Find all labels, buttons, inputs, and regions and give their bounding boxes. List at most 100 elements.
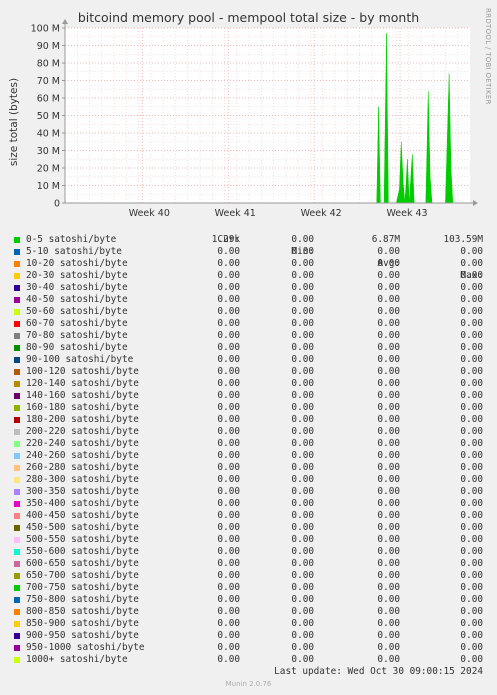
legend-swatch [14, 297, 20, 303]
legend-cur: 0.00 [217, 546, 240, 557]
legend-row: 950-1000 satoshi/byte 0.00 0.00 0.00 0.00 [0, 642, 497, 654]
legend-min: 0.00 [291, 270, 314, 281]
legend-max: 0.00 [460, 246, 483, 257]
munin-version: Munin 2.0.76 [225, 680, 272, 688]
legend-min: 0.00 [291, 426, 314, 437]
legend-avg: 0.00 [377, 546, 400, 557]
legend-name: 600-650 satoshi/byte [26, 558, 139, 569]
legend-max: 0.00 [460, 438, 483, 449]
legend-max: 0.00 [460, 390, 483, 401]
legend-min: 0.00 [291, 510, 314, 521]
legend-name: 90-100 satoshi/byte [26, 354, 134, 365]
legend-min: 0.00 [291, 546, 314, 557]
legend-swatch [14, 513, 20, 519]
legend-min: 0.00 [291, 558, 314, 569]
x-tick-label: Week 40 [129, 208, 170, 219]
legend-row: 1000+ satoshi/byte 0.00 0.00 0.00 0.00 [0, 654, 497, 666]
legend-min: 0.00 [291, 354, 314, 365]
legend-cur: 0.00 [217, 534, 240, 545]
legend-cur: 0.00 [217, 606, 240, 617]
legend-avg: 0.00 [377, 606, 400, 617]
legend-avg: 0.00 [377, 318, 400, 329]
legend-swatch [14, 561, 20, 567]
legend-swatch [14, 597, 20, 603]
legend-row: 80-90 satoshi/byte 0.00 0.00 0.00 0.00 [0, 342, 497, 354]
legend-name: 50-60 satoshi/byte [26, 306, 128, 317]
legend-name: 10-20 satoshi/byte [26, 258, 128, 269]
legend-max: 0.00 [460, 654, 483, 665]
legend-avg: 0.00 [377, 462, 400, 473]
legend-min: 0.00 [291, 438, 314, 449]
legend-row: 30-40 satoshi/byte 0.00 0.00 0.00 0.00 [0, 282, 497, 294]
legend-min: 0.00 [291, 582, 314, 593]
legend-cur: 0.00 [217, 354, 240, 365]
legend-swatch [14, 393, 20, 399]
legend-name: 650-700 satoshi/byte [26, 570, 139, 581]
legend-name: 100-120 satoshi/byte [26, 366, 139, 377]
legend-max: 0.00 [460, 510, 483, 521]
legend-swatch [14, 477, 20, 483]
legend-avg: 0.00 [377, 402, 400, 413]
legend-cur: 0.00 [217, 582, 240, 593]
legend-row: 850-900 satoshi/byte 0.00 0.00 0.00 0.00 [0, 618, 497, 630]
legend-min: 0.00 [291, 402, 314, 413]
legend-min: 0.00 [291, 378, 314, 389]
legend-min: 0.00 [291, 306, 314, 317]
legend-max: 0.00 [460, 294, 483, 305]
legend-max: 0.00 [460, 546, 483, 557]
legend-name: 120-140 satoshi/byte [26, 378, 139, 389]
y-axis-arrow [62, 19, 68, 24]
legend-cur: 0.00 [217, 390, 240, 401]
y-tick-label: 10 M [37, 181, 60, 192]
legend-row: 90-100 satoshi/byte 0.00 0.00 0.00 0.00 [0, 354, 497, 366]
legend-max: 0.00 [460, 330, 483, 341]
legend-avg: 0.00 [377, 246, 400, 257]
y-tick-label: 100 M [31, 24, 60, 35]
legend-swatch [14, 573, 20, 579]
legend-swatch [14, 585, 20, 591]
legend-avg: 0.00 [377, 486, 400, 497]
legend-swatch [14, 501, 20, 507]
legend-max: 0.00 [460, 426, 483, 437]
legend-avg: 0.00 [377, 378, 400, 389]
legend-cur: 0.00 [217, 342, 240, 353]
legend-avg: 0.00 [377, 630, 400, 641]
legend-max: 0.00 [460, 342, 483, 353]
legend-avg: 0.00 [377, 474, 400, 485]
legend-max: 0.00 [460, 570, 483, 581]
legend-row: 400-450 satoshi/byte 0.00 0.00 0.00 0.00 [0, 510, 497, 522]
legend-swatch [14, 609, 20, 615]
legend-row: 0-5 satoshi/byte 1.29k 0.00 6.87M 103.59M [0, 234, 497, 246]
legend-swatch [14, 657, 20, 663]
legend-row: 5-10 satoshi/byte 0.00 0.00 0.00 0.00 [0, 246, 497, 258]
legend-avg: 0.00 [377, 570, 400, 581]
legend-avg: 0.00 [377, 582, 400, 593]
legend-cur: 0.00 [217, 402, 240, 413]
legend-swatch [14, 549, 20, 555]
legend-max: 0.00 [460, 642, 483, 653]
legend-max: 0.00 [460, 414, 483, 425]
legend-swatch [14, 309, 20, 315]
legend-swatch [14, 489, 20, 495]
legend-cur: 0.00 [217, 294, 240, 305]
legend-cur: 0.00 [217, 630, 240, 641]
legend-min: 0.00 [291, 606, 314, 617]
legend-swatch [14, 285, 20, 291]
legend-max: 0.00 [460, 366, 483, 377]
y-tick-label: 0 [54, 199, 60, 210]
y-tick-label: 60 M [37, 94, 60, 105]
legend-name: 30-40 satoshi/byte [26, 282, 128, 293]
legend-row: 40-50 satoshi/byte 0.00 0.00 0.00 0.00 [0, 294, 497, 306]
legend-avg: 6.87M [371, 234, 400, 245]
legend-row: 20-30 satoshi/byte 0.00 0.00 0.00 0.00 [0, 270, 497, 282]
y-tick-label: 30 M [37, 146, 60, 157]
legend-avg: 0.00 [377, 366, 400, 377]
legend-avg: 0.00 [377, 522, 400, 533]
legend-avg: 0.00 [377, 294, 400, 305]
legend-min: 0.00 [291, 618, 314, 629]
legend-row: 240-260 satoshi/byte 0.00 0.00 0.00 0.00 [0, 450, 497, 462]
legend-avg: 0.00 [377, 414, 400, 425]
legend-min: 0.00 [291, 462, 314, 473]
legend-min: 0.00 [291, 642, 314, 653]
y-tick-label: 20 M [37, 164, 60, 175]
